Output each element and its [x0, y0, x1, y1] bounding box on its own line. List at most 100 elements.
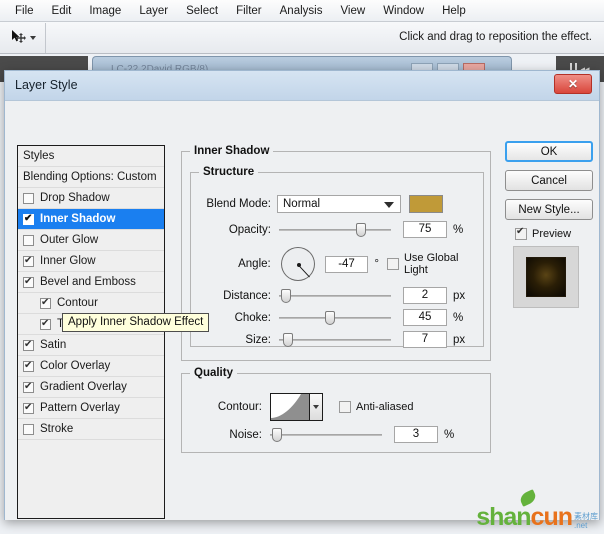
sidebar-item-pattern-overlay[interactable]: Pattern Overlay — [18, 398, 164, 419]
preview-thumbnail-image — [526, 257, 566, 297]
anti-aliased-label: Anti-aliased — [356, 401, 414, 413]
sidebar-item-satin[interactable]: Satin — [18, 335, 164, 356]
satin-checkbox[interactable] — [23, 338, 34, 351]
noise-slider[interactable] — [270, 427, 382, 442]
pattern-overlay-label: Pattern Overlay — [40, 402, 120, 414]
tooltip: Apply Inner Shadow Effect — [62, 313, 210, 332]
contour-dropdown-button[interactable] — [310, 393, 323, 421]
blend-mode-row: Blend Mode: Normal — [199, 195, 477, 213]
menu-file[interactable]: File — [6, 2, 43, 20]
active-tool-button[interactable] — [0, 22, 46, 53]
inner-glow-checkbox[interactable] — [23, 254, 34, 267]
menu-edit[interactable]: Edit — [43, 2, 81, 20]
inner-glow-label: Inner Glow — [40, 255, 96, 267]
noise-unit: % — [444, 428, 455, 441]
angle-dial[interactable] — [280, 247, 315, 281]
menu-window[interactable]: Window — [374, 2, 433, 20]
gradient-overlay-checkbox[interactable] — [23, 380, 34, 393]
choke-label: Choke: — [234, 311, 271, 324]
opacity-slider-thumb[interactable] — [355, 222, 366, 237]
preview-toggle-row[interactable]: Preview — [515, 226, 593, 240]
quality-group: Quality Contour: Anti-aliased Noise: 3 % — [181, 367, 491, 453]
angle-unit: ° — [374, 258, 380, 270]
inner-shadow-settings: Inner Shadow Structure Blend Mode: Norma… — [181, 141, 491, 519]
cancel-button[interactable]: Cancel — [505, 170, 593, 191]
menu-bar: File Edit Image Layer Select Filter Anal… — [0, 0, 604, 22]
tool-preset-chevron-down-icon[interactable] — [29, 35, 36, 40]
menu-view[interactable]: View — [331, 2, 374, 20]
noise-input[interactable]: 3 — [394, 426, 438, 443]
styles-list-header[interactable]: Styles — [18, 146, 164, 167]
angle-input[interactable]: -47 — [324, 255, 369, 273]
structure-group-legend: Structure — [199, 166, 259, 178]
opacity-input[interactable]: 75 — [403, 221, 447, 238]
contour-preview[interactable] — [270, 393, 310, 421]
menu-filter[interactable]: Filter — [227, 2, 271, 20]
texture-checkbox[interactable] — [40, 317, 51, 330]
size-row: Size: 7 px — [199, 331, 477, 348]
sidebar-item-outer-glow[interactable]: Outer Glow — [18, 230, 164, 251]
distance-input[interactable]: 2 — [403, 287, 447, 304]
stroke-checkbox[interactable] — [23, 423, 34, 435]
close-icon[interactable]: ✕ — [554, 74, 592, 94]
size-slider-thumb[interactable] — [283, 332, 293, 347]
bevel-and-emboss-checkbox[interactable] — [23, 275, 34, 288]
size-unit: px — [453, 333, 466, 346]
color-overlay-label: Color Overlay — [40, 360, 111, 372]
sidebar-item-contour[interactable]: Contour — [18, 293, 164, 314]
size-input[interactable]: 7 — [403, 331, 447, 348]
inner-shadow-group-legend: Inner Shadow — [190, 145, 274, 157]
tool-hint-text: Click and drag to reposition the effect. — [399, 31, 592, 43]
use-global-light-checkbox[interactable] — [387, 258, 399, 270]
preview-checkbox[interactable] — [515, 226, 527, 240]
sidebar-item-drop-shadow[interactable]: Drop Shadow — [18, 188, 164, 209]
pattern-overlay-checkbox[interactable] — [23, 401, 34, 414]
choke-unit: % — [453, 311, 464, 324]
tool-options-bar: Click and drag to reposition the effect. — [0, 22, 604, 54]
sidebar-item-color-overlay[interactable]: Color Overlay — [18, 356, 164, 377]
contour-checkbox[interactable] — [40, 296, 51, 309]
distance-slider-track — [279, 294, 391, 297]
menu-layer[interactable]: Layer — [130, 2, 177, 20]
inner-shadow-checkbox[interactable] — [23, 212, 34, 225]
styles-list-header-label: Styles — [23, 150, 55, 162]
menu-help[interactable]: Help — [433, 2, 475, 20]
anti-aliased-checkbox[interactable] — [339, 401, 351, 413]
color-overlay-checkbox[interactable] — [23, 359, 34, 372]
move-tool-icon — [11, 30, 26, 43]
ok-button[interactable]: OK — [505, 141, 593, 162]
contour-label: Contour — [57, 297, 98, 309]
choke-input[interactable]: 45 — [403, 309, 447, 326]
choke-slider[interactable] — [279, 310, 391, 325]
chevron-down-icon — [313, 405, 319, 409]
size-slider[interactable] — [279, 332, 391, 347]
outer-glow-checkbox[interactable] — [23, 234, 34, 246]
drop-shadow-checkbox[interactable] — [23, 192, 34, 204]
sidebar-item-blending-options[interactable]: Blending Options: Custom — [18, 167, 164, 188]
choke-slider-thumb[interactable] — [324, 310, 335, 325]
sidebar-item-gradient-overlay[interactable]: Gradient Overlay — [18, 377, 164, 398]
new-style-button[interactable]: New Style... — [505, 199, 593, 220]
opacity-row: Opacity: 75 % — [199, 221, 477, 238]
menu-image[interactable]: Image — [80, 2, 130, 20]
angle-row: Angle: -47 ° Use Global Light — [199, 245, 485, 283]
menu-analysis[interactable]: Analysis — [271, 2, 332, 20]
sidebar-item-inner-glow[interactable]: Inner Glow — [18, 251, 164, 272]
distance-slider[interactable] — [279, 288, 391, 303]
contour-picker[interactable] — [270, 393, 323, 421]
sidebar-item-stroke[interactable]: Stroke — [18, 419, 164, 440]
shadow-color-swatch[interactable] — [409, 195, 443, 213]
quality-group-legend: Quality — [190, 367, 237, 379]
menu-select[interactable]: Select — [177, 2, 227, 20]
angle-dial-center-icon — [296, 263, 301, 267]
sidebar-item-bevel-and-emboss[interactable]: Bevel and Emboss — [18, 272, 164, 293]
opacity-slider[interactable] — [279, 222, 391, 237]
distance-slider-thumb[interactable] — [281, 288, 291, 303]
styles-list[interactable]: Styles Blending Options: Custom Drop Sha… — [17, 145, 165, 519]
blend-mode-select[interactable]: Normal — [277, 195, 401, 213]
dialog-titlebar[interactable]: Layer Style ✕ — [5, 71, 599, 101]
use-global-light-label: Use Global Light — [403, 252, 459, 276]
sidebar-item-inner-shadow[interactable]: Inner Shadow — [18, 209, 164, 230]
preview-thumbnail — [513, 246, 579, 308]
noise-slider-thumb[interactable] — [272, 427, 282, 442]
